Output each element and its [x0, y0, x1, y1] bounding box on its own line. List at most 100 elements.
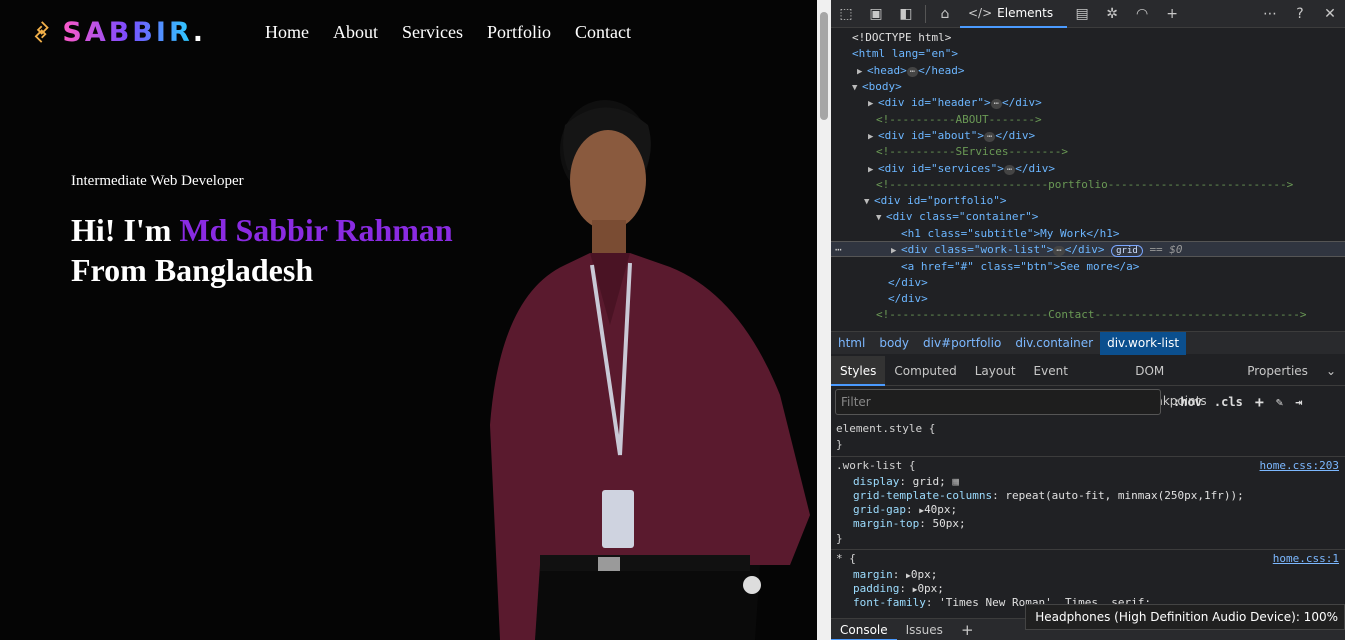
dom-line[interactable]: </div> [888, 291, 928, 307]
universal-selector[interactable]: * { [836, 552, 856, 566]
drawer-add-tab-icon[interactable]: + [952, 621, 983, 639]
help-icon[interactable]: ? [1285, 0, 1315, 28]
selected-more-icon[interactable]: ⋯ [835, 242, 842, 258]
nav-services[interactable]: Services [402, 22, 463, 43]
tab-layout[interactable]: Layout [966, 356, 1025, 386]
drawer-tab-issues[interactable]: Issues [897, 623, 952, 637]
style-property[interactable]: grid-template-columns: repeat(auto-fit, … [853, 489, 1244, 503]
chevron-down-icon[interactable]: ⌄ [1317, 356, 1345, 386]
dom-line[interactable]: <h1 class="subtitle">My Work</h1> [901, 226, 1120, 242]
dom-line[interactable]: ▼ <div id="portfolio"> [864, 193, 1006, 209]
logo-text: SABBIR [62, 16, 193, 48]
expand-triangle-icon[interactable]: ▶ [868, 162, 878, 178]
ellipsis-icon[interactable]: ⋯ [990, 99, 1003, 109]
tab-computed[interactable]: Computed [885, 356, 965, 386]
class-toggle-button[interactable]: .cls [1214, 395, 1243, 409]
dom-line[interactable]: <!----------ABOUT-------> [876, 112, 1042, 128]
site-logo[interactable]: SABBIR . [33, 0, 203, 64]
expand-triangle-icon[interactable]: ▶ [868, 129, 878, 145]
dom-line[interactable]: <!------------------------portfolio-----… [876, 177, 1293, 193]
prop-name: display [853, 475, 900, 488]
rule2-source-link[interactable]: home.css:1 [1273, 552, 1339, 565]
welcome-home-icon[interactable]: ⌂ [930, 0, 960, 28]
nav-home[interactable]: Home [265, 22, 309, 43]
prop-value: 0px; [917, 582, 944, 595]
rule-close: } [836, 438, 843, 451]
ellipsis-icon[interactable]: ⋯ [983, 132, 996, 142]
dom-line[interactable]: ▶ <div id="services"> ⋯ </div> [868, 161, 1055, 177]
dom-line[interactable]: </div> [888, 275, 928, 291]
ellipsis-icon[interactable]: ⋯ [906, 67, 919, 77]
expand-triangle-icon[interactable]: ▶ [857, 64, 867, 80]
page-scrollbar-thumb[interactable] [820, 12, 828, 120]
dom-line[interactable]: <!----------SErvices--------> [876, 144, 1068, 160]
dom-line-selected[interactable]: ⋯ ▶ <div class="work-list"> ⋯ </div> grid =… [831, 241, 1345, 257]
toggle-sidebar-icon[interactable]: ⇥ [1295, 395, 1302, 409]
breadcrumb-work-list[interactable]: div.work-list [1100, 331, 1187, 355]
nav-contact[interactable]: Contact [575, 22, 631, 43]
dom-line[interactable]: <html lang="en"> [852, 46, 958, 62]
sources-bug-icon[interactable]: ✲ [1097, 0, 1127, 28]
style-property[interactable]: display: grid; ▦ [853, 475, 959, 489]
tab-event-listeners[interactable]: Event Listeners [1025, 356, 1127, 408]
ellipsis-icon[interactable]: ⋯ [1053, 246, 1065, 256]
hero-greeting: Hi! I'm [71, 212, 180, 248]
work-list-selector[interactable]: .work-list { [836, 459, 915, 473]
collapse-triangle-icon[interactable]: ▼ [852, 80, 862, 96]
expand-triangle-icon[interactable]: ▶ [868, 96, 878, 112]
grid-editor-icon[interactable]: ▦ [952, 475, 959, 488]
hover-state-button[interactable]: :hov [1173, 395, 1202, 409]
hero-name: Md Sabbir Rahman [179, 212, 453, 248]
collapse-triangle-icon[interactable]: ▼ [864, 194, 874, 210]
dom-line[interactable]: ▶ <div id="header"> ⋯ </div> [868, 95, 1042, 111]
nav-portfolio[interactable]: Portfolio [487, 22, 551, 43]
breadcrumb-html[interactable]: html [831, 332, 872, 355]
dom-line[interactable]: ▶ <div id="about"> ⋯ </div> [868, 128, 1035, 144]
rule1-source-link[interactable]: home.css:203 [1260, 459, 1339, 472]
inspect-icon[interactable]: ⬚ [831, 0, 861, 28]
element-style-selector[interactable]: element.style { [836, 422, 935, 436]
tab-dom-breakpoints[interactable]: DOM Breakpoints [1126, 356, 1238, 408]
tab-elements[interactable]: </> Elements [960, 0, 1068, 28]
styles-filter-input[interactable]: Filter [835, 389, 1161, 415]
hero-line2: From Bangladesh [71, 252, 314, 288]
close-icon[interactable]: ✕ [1315, 0, 1345, 28]
style-property[interactable]: margin: ▶0px; [853, 568, 937, 582]
dom-line[interactable]: ▶ <head> ⋯ </head> [857, 63, 965, 79]
dock-side-icon[interactable]: ◧ [891, 0, 921, 28]
logo-mark-icon [34, 21, 49, 43]
dom-line[interactable]: ▼ <body> [852, 79, 902, 95]
tab-properties[interactable]: Properties [1238, 356, 1317, 386]
style-property[interactable]: padding: ▶0px; [853, 582, 944, 596]
dom-tag: <div id="about"> [878, 129, 984, 142]
breadcrumb-portfolio[interactable]: div#portfolio [916, 332, 1008, 355]
prop-name: grid-gap [853, 503, 906, 516]
new-rule-plus-icon[interactable]: + [1255, 393, 1264, 411]
styles-subtabs: Styles Computed Layout Event Listeners D… [831, 355, 1345, 408]
nav-about[interactable]: About [333, 22, 378, 43]
network-wifi-icon[interactable]: ◠ [1127, 0, 1157, 28]
page-scrollbar[interactable] [817, 0, 831, 640]
breadcrumb-body[interactable]: body [872, 332, 916, 355]
tab-styles[interactable]: Styles [831, 355, 886, 386]
breadcrumb-container[interactable]: div.container [1008, 332, 1100, 355]
more-tabs-plus-icon[interactable]: + [1157, 0, 1187, 28]
more-options-icon[interactable]: ⋯ [1255, 0, 1285, 28]
device-emulation-icon[interactable]: ▣ [861, 0, 891, 28]
prop-name: grid-template-columns [853, 489, 993, 502]
prop-name: margin-top [853, 517, 920, 530]
style-property[interactable]: margin-top: 50px; [853, 517, 966, 531]
ellipsis-icon[interactable]: ⋯ [1003, 165, 1016, 175]
drawer-tab-console[interactable]: Console [831, 619, 897, 640]
collapse-triangle-icon[interactable]: ▼ [876, 210, 886, 226]
paint-brush-icon[interactable]: ✎ [1276, 395, 1283, 409]
grid-badge[interactable]: grid [1111, 245, 1143, 257]
dom-line[interactable]: <a href="#" class="btn">See more</a> [901, 259, 1139, 275]
style-property[interactable]: grid-gap: ▶40px; [853, 503, 957, 517]
expand-triangle-icon[interactable]: ▶ [891, 243, 901, 259]
dom-line[interactable]: <!------------------------Contact-------… [876, 307, 1306, 323]
console-icon[interactable]: ▤ [1067, 0, 1097, 28]
rule-close: } [836, 532, 843, 545]
dom-line[interactable]: ▼ <div class="container"> [876, 209, 1038, 225]
dom-line[interactable]: <!DOCTYPE html> [852, 30, 951, 46]
